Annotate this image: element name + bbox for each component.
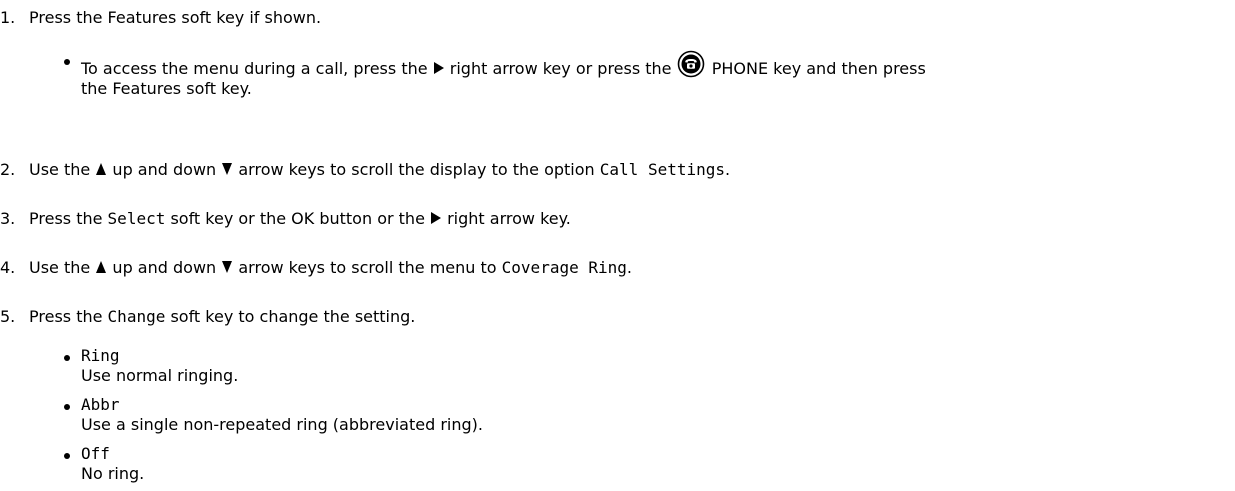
soft-key-text: Change [107,307,166,326]
right-arrow-key-icon [430,211,442,225]
option-abbr: Abbr Use a single non-repeated ring (abb… [0,395,483,435]
step-1-bullet: To access the menu during a call, press … [0,50,1235,99]
step-text-part2: soft key or the OK button or the [170,209,425,228]
step-text-part1: Use the [29,160,91,179]
option-name: Ring [81,346,120,365]
step-number: 1. [0,8,16,27]
phone-key-icon [677,50,705,78]
option-description: Use a single non-repeated ring (abbrevia… [81,415,483,434]
step-5: 5. Press the Change soft key to change t… [0,307,415,326]
bullet-dot [64,59,70,65]
step-text-part1: Press the [29,307,103,326]
step-text-part2: up and down [112,160,217,179]
step-number: 2. [0,160,16,179]
step-text-part1: Press the [29,209,103,228]
step-1: 1. Press the Features soft key if shown. [0,8,321,27]
step-text-part4: . [626,258,632,277]
step-text-part3: arrow keys to scroll the menu to [238,258,497,277]
step-number: 5. [0,307,16,326]
step-text-part1: Use the [29,258,91,277]
step-text-part3: arrow keys to scroll the display to the … [238,160,595,179]
bullet-dot [64,404,70,410]
step-text-part2: up and down [112,258,217,277]
soft-key-text: Select [107,209,166,228]
step-text-part4: . [725,160,731,179]
bullet-dot [64,453,70,459]
step-4: 4. Use the up and down arrow keys to scr… [0,258,632,277]
step-text: Press the Features soft key if shown. [29,8,322,27]
down-arrow-key-icon [221,260,233,274]
option-description: Use normal ringing. [81,366,239,385]
down-arrow-key-icon [221,162,233,176]
bullet-text-part4: the Features soft key. [81,79,252,98]
option-name: Off [81,444,110,463]
option-off: Off No ring. [0,444,144,484]
step-text-part2: soft key to change the setting. [170,307,416,326]
step-3: 3. Press the Select soft key or the OK b… [0,209,571,228]
step-number: 4. [0,258,16,277]
menu-option-text: Call Settings [599,160,726,179]
step-number: 3. [0,209,16,228]
menu-option-text: Coverage Ring [501,258,627,277]
step-text-part3: right arrow key. [447,209,571,228]
up-arrow-key-icon [95,162,107,176]
bullet-text-part3: PHONE key and then press [711,59,926,78]
bullet-dot [64,355,70,361]
bullet-text-part2: right arrow key or press the [449,59,672,78]
option-description: No ring. [81,464,145,483]
bullet-text-part1: To access the menu during a call, press … [81,59,428,78]
right-arrow-key-icon [433,61,445,75]
up-arrow-key-icon [95,260,107,274]
option-ring: Ring Use normal ringing. [0,346,238,386]
option-name: Abbr [81,395,120,414]
step-2: 2. Use the up and down arrow keys to scr… [0,160,730,179]
